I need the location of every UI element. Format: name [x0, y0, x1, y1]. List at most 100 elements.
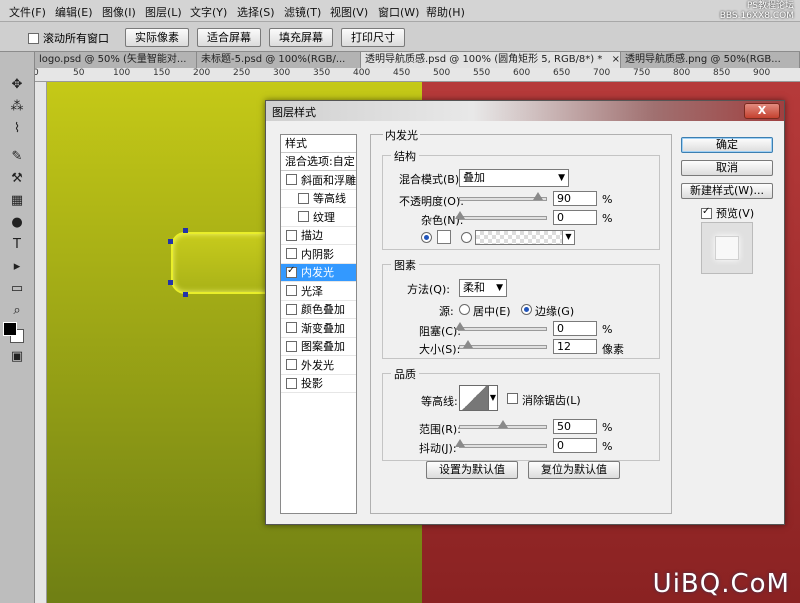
- size-input[interactable]: 12: [553, 339, 597, 354]
- fit-screen-button[interactable]: 适合屏幕: [197, 28, 261, 47]
- size-slider[interactable]: [459, 340, 547, 349]
- menu-file[interactable]: 文件(F): [9, 4, 46, 20]
- cancel-button[interactable]: 取消: [681, 160, 773, 176]
- menu-view[interactable]: 视图(V): [330, 4, 368, 20]
- tab-logo[interactable]: logo.psd @ 50% (矢量智能对...: [35, 52, 197, 68]
- jitter-input[interactable]: 0: [553, 438, 597, 453]
- source-center-radio[interactable]: [459, 304, 470, 315]
- checkbox-icon[interactable]: [298, 211, 309, 223]
- styles-header[interactable]: 样式: [281, 135, 356, 153]
- glow-color-swatch[interactable]: [437, 230, 451, 244]
- close-icon[interactable]: X: [744, 103, 780, 119]
- print-size-button[interactable]: 打印尺寸: [341, 28, 405, 47]
- anchor-point[interactable]: [183, 292, 188, 297]
- reset-default-button[interactable]: 复位为默认值: [528, 461, 620, 479]
- checkbox-icon[interactable]: [286, 303, 297, 315]
- anchor-point[interactable]: [183, 228, 188, 233]
- menu-type[interactable]: 文字(Y): [190, 4, 227, 20]
- dialog-titlebar[interactable]: 图层样式 X: [266, 101, 784, 121]
- tab-transparent-nav-psd[interactable]: 透明导航质感.psd @ 100% (圆角矩形 5, RGB/8*) * ×: [361, 52, 621, 68]
- slider-thumb[interactable]: [533, 192, 543, 200]
- style-gradient-overlay[interactable]: 渐变叠加: [281, 319, 356, 338]
- checkbox-icon[interactable]: [286, 340, 297, 352]
- checkbox-icon[interactable]: [286, 174, 297, 186]
- checkbox-icon[interactable]: [298, 192, 309, 204]
- menu-select[interactable]: 选择(S): [237, 4, 275, 20]
- ok-button[interactable]: 确定: [681, 137, 773, 153]
- choke-slider[interactable]: [455, 322, 547, 331]
- contour-picker[interactable]: [459, 385, 489, 411]
- source-edge-radio[interactable]: [521, 304, 532, 315]
- chevron-down-icon[interactable]: ▼: [489, 385, 498, 411]
- menu-window[interactable]: 窗口(W): [378, 4, 419, 20]
- style-inner-glow[interactable]: 内发光: [281, 263, 356, 282]
- style-pattern-overlay[interactable]: 图案叠加: [281, 338, 356, 356]
- preview-checkbox[interactable]: 预览(V): [701, 205, 754, 221]
- actual-pixels-button[interactable]: 实际像素: [125, 28, 189, 47]
- path-select-tool-icon[interactable]: ▸: [6, 258, 28, 276]
- choke-input[interactable]: 0: [553, 321, 597, 336]
- screen-mode-icon[interactable]: ▣: [6, 348, 28, 366]
- style-texture[interactable]: 纹理: [281, 208, 356, 227]
- range-input[interactable]: 50: [553, 419, 597, 434]
- range-slider[interactable]: [459, 420, 547, 429]
- checkbox-icon[interactable]: [286, 359, 297, 371]
- menu-filter[interactable]: 滤镜(T): [284, 4, 321, 20]
- burn-tool-icon[interactable]: ●: [6, 214, 28, 232]
- tab-untitled-5[interactable]: 未标题-5.psd @ 100%(RGB/...: [197, 52, 361, 68]
- style-inner-shadow[interactable]: 内阴影: [281, 245, 356, 264]
- new-style-button[interactable]: 新建样式(W)...: [681, 183, 773, 199]
- rectangle-tool-icon[interactable]: ▭: [6, 280, 28, 298]
- eyedropper-tool-icon[interactable]: ⌇: [6, 120, 28, 138]
- opacity-input[interactable]: 90: [553, 191, 597, 206]
- menu-edit[interactable]: 编辑(E): [55, 4, 93, 20]
- style-stroke[interactable]: 描边: [281, 227, 356, 245]
- slider-thumb[interactable]: [455, 439, 465, 447]
- make-default-button[interactable]: 设置为默认值: [426, 461, 518, 479]
- magic-wand-tool-icon[interactable]: ⁂: [6, 98, 28, 116]
- slider-thumb[interactable]: [455, 211, 465, 219]
- blending-options-item[interactable]: 混合选项:自定: [281, 153, 356, 171]
- noise-input[interactable]: 0: [553, 210, 597, 225]
- zoom-tool-icon[interactable]: ⌕: [6, 302, 28, 320]
- style-drop-shadow[interactable]: 投影: [281, 375, 356, 393]
- gradient-tool-icon[interactable]: ▦: [6, 192, 28, 210]
- style-satin[interactable]: 光泽: [281, 282, 356, 301]
- slider-thumb[interactable]: [463, 340, 473, 348]
- checkbox-icon[interactable]: [286, 248, 297, 260]
- move-tool-icon[interactable]: ✥: [6, 76, 28, 94]
- noise-slider[interactable]: [455, 211, 547, 220]
- glow-gradient-picker[interactable]: ▼: [475, 230, 575, 245]
- type-tool-icon[interactable]: T: [6, 236, 28, 254]
- tab-transparent-nav-png[interactable]: 透明导航质感.png @ 50%(RGB...: [621, 52, 800, 68]
- solid-color-radio[interactable]: [421, 232, 432, 243]
- style-color-overlay[interactable]: 颜色叠加: [281, 301, 356, 319]
- anchor-point[interactable]: [168, 239, 173, 244]
- checkbox-icon[interactable]: [701, 206, 712, 219]
- slider-thumb[interactable]: [498, 420, 508, 428]
- method-select[interactable]: 柔和 ▼: [459, 279, 507, 297]
- checkbox-icon[interactable]: [286, 377, 297, 389]
- jitter-slider[interactable]: [455, 439, 547, 448]
- gradient-radio[interactable]: [461, 232, 472, 243]
- menu-image[interactable]: 图像(I): [102, 4, 136, 20]
- close-icon[interactable]: ×: [612, 54, 620, 65]
- checkbox-icon[interactable]: [286, 322, 297, 334]
- anchor-point[interactable]: [168, 280, 173, 285]
- opacity-slider[interactable]: [459, 192, 547, 201]
- history-brush-tool-icon[interactable]: ⚒: [6, 170, 28, 188]
- fill-screen-button[interactable]: 填充屏幕: [269, 28, 333, 47]
- scroll-all-windows-checkbox[interactable]: 滚动所有窗口: [28, 30, 109, 46]
- checkbox-icon[interactable]: [286, 285, 297, 297]
- menu-layer[interactable]: 图层(L): [145, 4, 182, 20]
- style-contour[interactable]: 等高线: [281, 190, 356, 208]
- brush-tool-icon[interactable]: ✎: [6, 148, 28, 166]
- foreground-color-swatch[interactable]: [3, 322, 17, 336]
- checkbox-icon[interactable]: [286, 229, 297, 241]
- antialias-checkbox[interactable]: [507, 393, 518, 404]
- checkbox-icon[interactable]: [286, 265, 297, 278]
- blend-mode-select[interactable]: 叠加 ▼: [459, 169, 569, 187]
- style-outer-glow[interactable]: 外发光: [281, 356, 356, 375]
- slider-thumb[interactable]: [455, 322, 465, 330]
- style-bevel-emboss[interactable]: 斜面和浮雕: [281, 171, 356, 190]
